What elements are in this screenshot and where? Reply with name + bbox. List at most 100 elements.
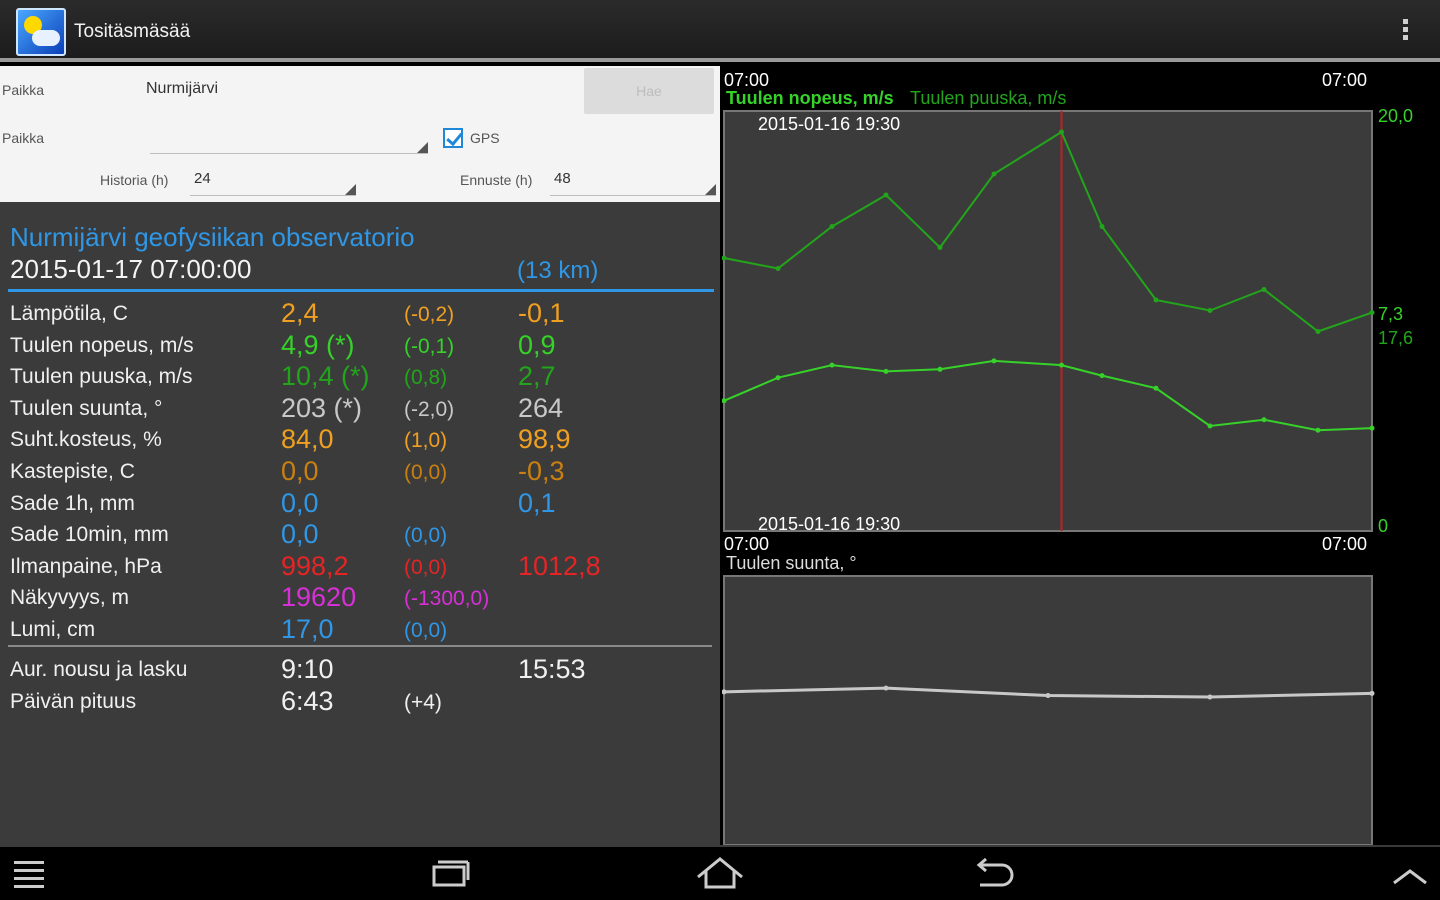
chevron-up-icon[interactable] xyxy=(1388,847,1432,900)
wind-speed-point xyxy=(883,368,889,374)
search-button[interactable]: Hae xyxy=(584,68,714,114)
sun-value: 6:43 xyxy=(281,686,334,716)
sun-row: Päivän pituus 6:43 (+4) xyxy=(0,686,720,718)
current-wind-speed-label: 7,3 xyxy=(1378,304,1404,324)
divider xyxy=(8,289,714,292)
observation-time: 2015-01-17 07:00:00 xyxy=(10,254,252,284)
measurement-label: Lämpötila, C xyxy=(10,302,128,325)
measurement-extra: 0,1 xyxy=(518,487,556,518)
measurement-value: 203 (*) xyxy=(281,392,363,423)
measurement-label: Lumi, cm xyxy=(10,618,96,641)
forecast-value: 48 xyxy=(554,170,571,187)
sun-label: Päivän pituus xyxy=(10,690,137,713)
direction-chart-title: Tuulen suunta, ° xyxy=(726,553,857,573)
measurement-row: Näkyvyys, m 19620 (-1300,0) xyxy=(0,582,720,614)
observation-panel: Nurmijärvi geofysiikan observatorio 2015… xyxy=(0,202,720,845)
divider xyxy=(8,645,712,647)
gps-checkbox[interactable] xyxy=(443,128,463,148)
wind-speed-point xyxy=(1207,423,1213,429)
place-input[interactable]: Nurmijärvi xyxy=(146,80,574,106)
measurement-extra: 2,7 xyxy=(518,361,556,392)
measurement-row: Suht.kosteus, % 84,0 (1,0) 98,9 xyxy=(0,424,720,456)
measurement-label: Sade 10min, mm xyxy=(10,523,169,547)
measurement-value: 0,0 xyxy=(281,487,319,518)
menu-icon[interactable] xyxy=(10,847,60,900)
weather-app-icon[interactable] xyxy=(16,8,66,56)
measurement-extra: 98,9 xyxy=(518,424,571,455)
measurement-change: (0,0) xyxy=(404,461,448,484)
measurement-change: (0,0) xyxy=(404,524,448,548)
measurement-change: (-2,0) xyxy=(404,397,455,421)
wind-speed-point xyxy=(1153,385,1159,391)
y-axis-bottom-label: 0 xyxy=(1378,516,1389,536)
sun-row: Aur. nousu ja lasku 9:10 15:53 xyxy=(0,654,720,686)
measurement-label: Ilmanpaine, hPa xyxy=(10,554,162,578)
measurement-change: (-0,2) xyxy=(404,303,455,326)
wind-speed-point xyxy=(1099,373,1105,379)
charts-canvas[interactable] xyxy=(722,66,1440,845)
home-icon[interactable] xyxy=(694,847,746,900)
wind-gust-point xyxy=(1315,329,1321,334)
measurement-value: 19620 xyxy=(281,582,357,613)
forecast-select[interactable]: 48 xyxy=(550,170,716,196)
wind-speed-point xyxy=(1059,362,1064,368)
sun-label: Aur. nousu ja lasku xyxy=(10,658,188,681)
overflow-menu-icon[interactable] xyxy=(1395,16,1415,46)
sun-value: 9:10 xyxy=(281,654,334,684)
recent-apps-icon[interactable] xyxy=(424,847,476,900)
station-name[interactable]: Nurmijärvi geofysiikan observatorio xyxy=(10,222,415,253)
measurement-row: Ilmanpaine, hPa 998,2 (0,0) 1012,8 xyxy=(0,551,720,583)
wind-gust-point xyxy=(937,245,943,250)
measurement-label: Suht.kosteus, % xyxy=(10,428,162,452)
marker-time-top: 2015-01-16 19:30 xyxy=(758,114,901,134)
measurement-row: Sade 1h, mm 0,0 0,1 xyxy=(0,488,720,520)
wind-gust-point xyxy=(1369,310,1375,316)
place-label-2: Paikka xyxy=(2,130,45,146)
measurement-change: (0,8) xyxy=(404,366,448,390)
measurement-change: (0,0) xyxy=(404,555,448,579)
measurement-extra: -0,3 xyxy=(518,456,565,486)
wind-gust-point xyxy=(1207,308,1213,313)
measurement-extra: 0,9 xyxy=(518,329,556,360)
wind-speed-point xyxy=(1315,427,1321,433)
measurement-label: Tuulen suunta, ° xyxy=(10,396,163,420)
gps-label: GPS xyxy=(470,130,500,146)
place-select[interactable] xyxy=(150,128,428,154)
measurement-extra: 1012,8 xyxy=(518,550,601,581)
wind-speed-point xyxy=(991,358,997,364)
measurement-value: 998,2 xyxy=(281,550,349,581)
measurement-extra: -0,1 xyxy=(518,298,565,328)
measurement-label: Näkyvyys, m xyxy=(10,586,130,610)
history-label: Historia (h) xyxy=(100,172,169,188)
wind-direction-point xyxy=(1207,694,1213,700)
cloud-icon xyxy=(32,30,60,46)
sun-extra: 15:53 xyxy=(518,654,586,684)
measurement-extra: 264 xyxy=(518,392,564,423)
measurement-row: Lämpötila, C 2,4 (-0,2) -0,1 xyxy=(0,298,720,330)
wind-gust-point xyxy=(1153,297,1159,303)
current-wind-gust-label: 17,6 xyxy=(1378,328,1414,348)
measurement-value: 17,0 xyxy=(281,614,334,644)
measurement-row: Tuulen suunta, ° 203 (*) (-2,0) 264 xyxy=(0,393,720,425)
measurement-value: 0,0 xyxy=(281,519,319,550)
wind-gust-point xyxy=(775,266,781,271)
wind-speed-point xyxy=(937,366,943,372)
direction-chart-plot-area xyxy=(723,575,1373,845)
measurement-value: 84,0 xyxy=(281,424,334,455)
measurement-row: Tuulen puuska, m/s 10,4 (*) (0,8) 2,7 xyxy=(0,361,720,393)
wind-gust-point xyxy=(883,192,889,198)
back-icon[interactable] xyxy=(966,847,1018,900)
wind-gust-point xyxy=(1099,224,1105,229)
wind-direction-point xyxy=(1369,690,1375,696)
y-axis-top-label: 20,0 xyxy=(1378,106,1414,126)
history-select[interactable]: 24 xyxy=(190,170,356,196)
measurement-row: Lumi, cm 17,0 (0,0) xyxy=(0,614,720,646)
dropdown-arrow-icon xyxy=(705,184,716,195)
wind-gust-point xyxy=(991,171,997,177)
forecast-label: Ennuste (h) xyxy=(460,172,533,188)
chart-panel[interactable]: 07:00 07:00 Tuulen nopeus, m/s Tuulen pu… xyxy=(722,66,1440,845)
wind-gust-point xyxy=(1261,287,1267,292)
measurement-label: Tuulen nopeus, m/s xyxy=(10,333,194,357)
wind-speed-point xyxy=(775,375,781,381)
wind-direction-point xyxy=(1045,693,1051,699)
